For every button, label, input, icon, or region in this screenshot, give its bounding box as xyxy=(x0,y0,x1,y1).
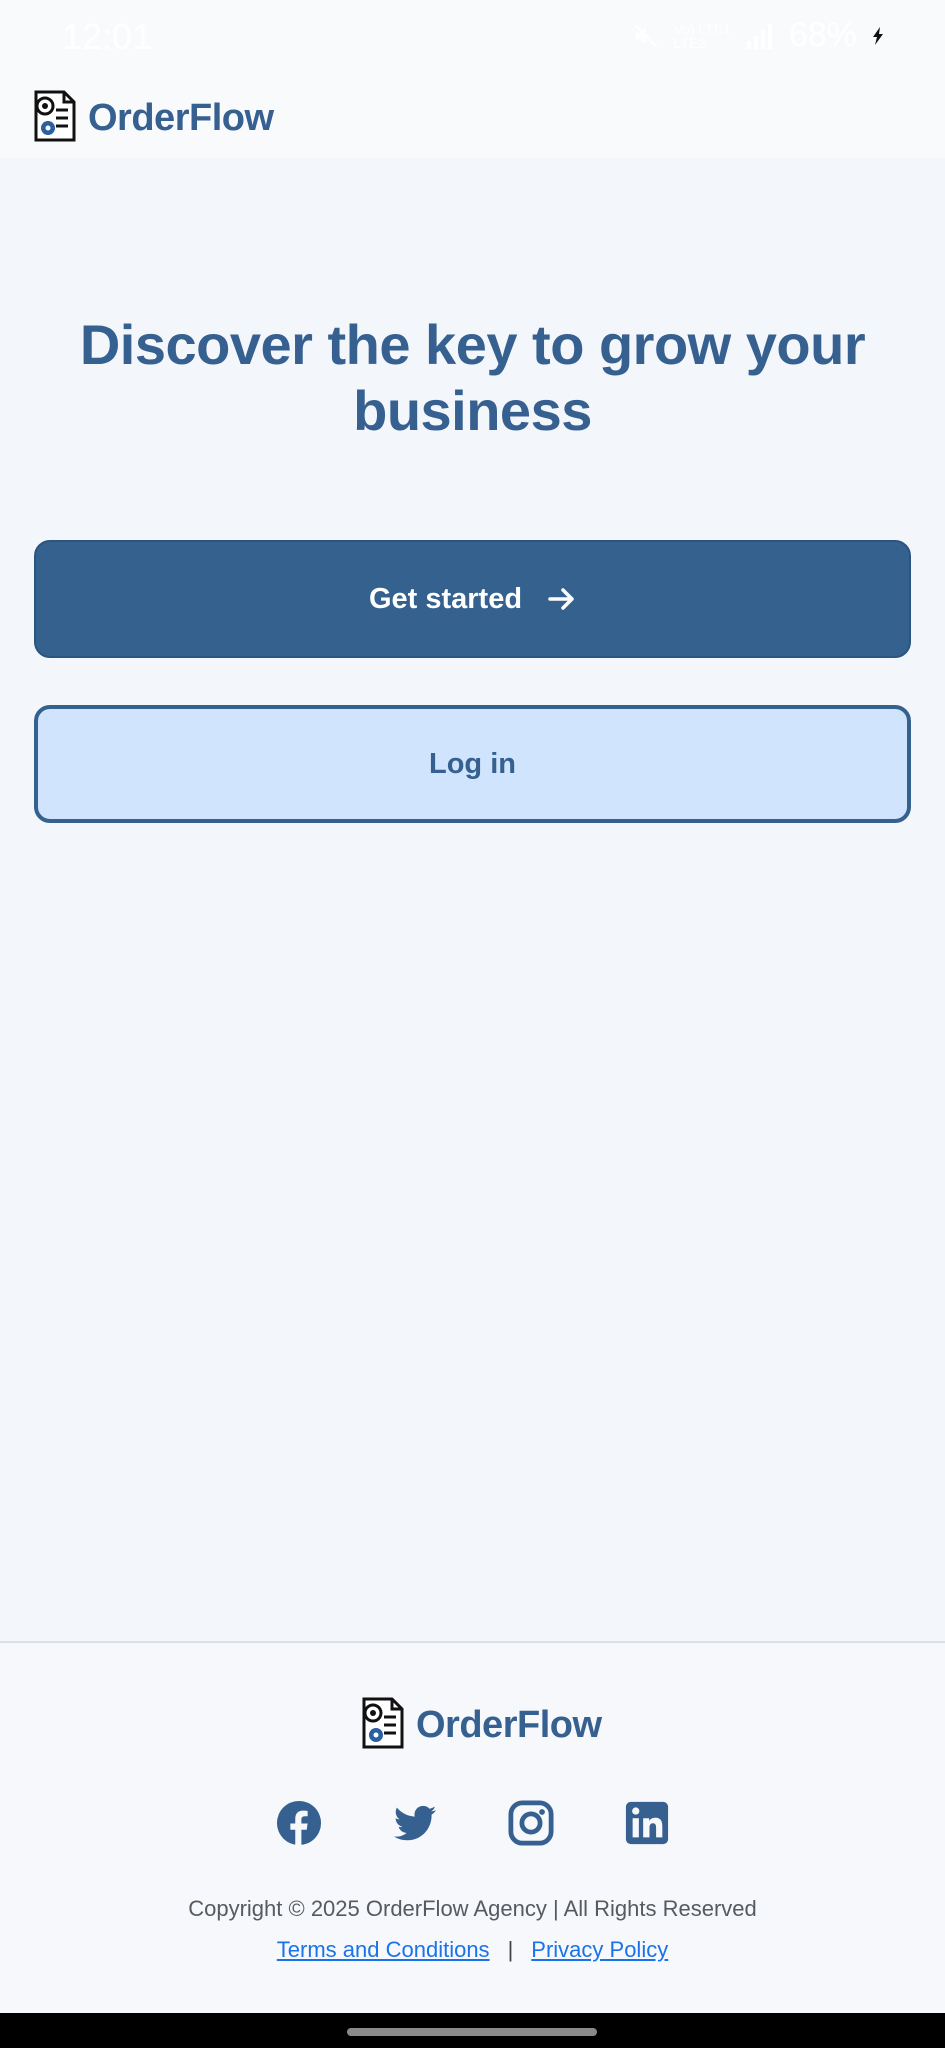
facebook-icon[interactable] xyxy=(276,1800,322,1846)
get-started-label: Get started xyxy=(368,582,523,615)
get-started-button[interactable]: Get started xyxy=(34,540,911,658)
instagram-icon[interactable] xyxy=(507,1800,554,1846)
social-links xyxy=(0,1800,945,1846)
battery-text: 68% xyxy=(788,16,857,54)
system-nav-bar xyxy=(0,2013,945,2048)
app-header: OrderFlow xyxy=(0,78,945,158)
status-icons: Vo) LTE1 LTE2 68% xyxy=(632,16,885,55)
footer: OrderFlow Copyright © 2025 OrderFlow Age… xyxy=(0,1641,945,2013)
status-time: 12:01 xyxy=(62,16,153,57)
status-bar: 12:01 Vo) LTE1 LTE2 68% xyxy=(0,0,945,78)
network-label: Vo) LTE1 LTE2 xyxy=(673,20,731,51)
privacy-link[interactable]: Privacy Policy xyxy=(531,1937,668,1963)
page: 12:01 Vo) LTE1 LTE2 68% OrderFlow Discov… xyxy=(0,0,945,2048)
brand-name: OrderFlow xyxy=(88,96,274,139)
legal-links: Terms and Conditions | Privacy Policy xyxy=(0,1937,945,1963)
mute-icon xyxy=(632,22,660,50)
charging-icon xyxy=(871,26,885,45)
arrow-right-icon xyxy=(548,587,576,611)
terms-link[interactable]: Terms and Conditions xyxy=(277,1937,490,1963)
hero-title: Discover the key to grow your business xyxy=(79,313,866,442)
footer-brand-logo[interactable]: OrderFlow xyxy=(358,1695,602,1756)
twitter-icon[interactable] xyxy=(392,1800,438,1846)
linkedin-icon[interactable] xyxy=(624,1800,670,1846)
legal-separator: | xyxy=(507,1937,514,1962)
home-handle[interactable] xyxy=(347,2028,597,2036)
brand-logo[interactable]: OrderFlow xyxy=(30,88,274,149)
document-gear-icon xyxy=(30,88,80,149)
copyright-text: Copyright © 2025 OrderFlow Agency | All … xyxy=(188,1896,757,1921)
signal-icon xyxy=(745,23,775,49)
login-label: Log in xyxy=(429,747,516,780)
footer-brand-name: OrderFlow xyxy=(416,1704,602,1746)
document-gear-icon xyxy=(358,1695,408,1756)
login-button[interactable]: Log in xyxy=(34,705,911,823)
